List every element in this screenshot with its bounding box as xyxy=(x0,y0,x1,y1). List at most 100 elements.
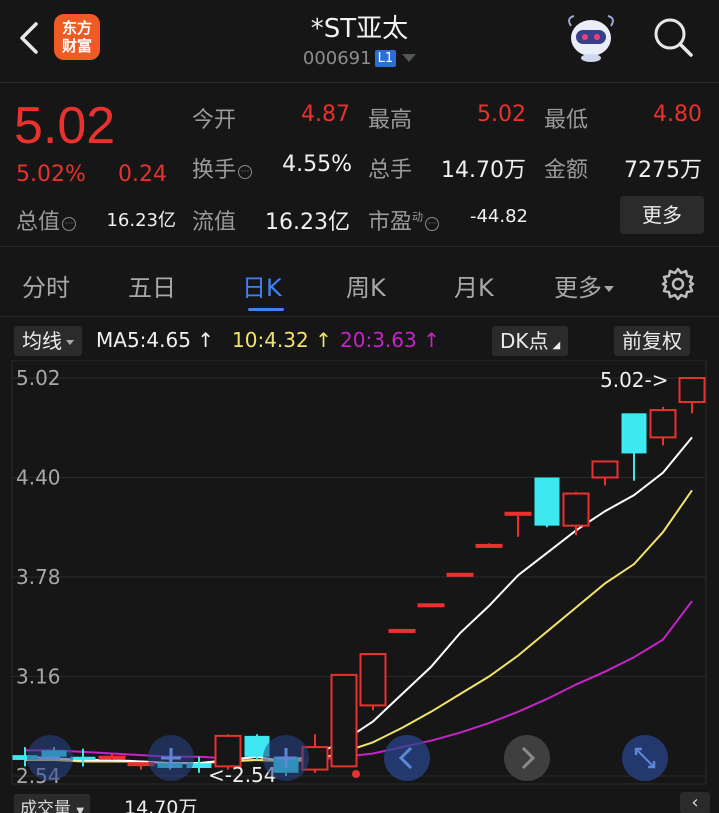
scroll-right-button xyxy=(504,735,550,781)
kline-chart[interactable]: 5.024.403.783.162.54 5.02-><-2.54 xyxy=(0,360,719,790)
open-label: 今开 xyxy=(192,108,237,133)
candle-body xyxy=(534,477,560,526)
ma5-line xyxy=(24,436,693,765)
tab-monthly-k[interactable]: 月K xyxy=(454,268,494,303)
candle-body xyxy=(359,653,387,707)
float-cap-label: 流值 xyxy=(192,210,237,235)
volume-bar: 成交量 ▼ 14.70万 ‹ xyxy=(0,790,719,813)
candle-body xyxy=(98,755,126,760)
tab-intraday[interactable]: 分时 xyxy=(22,268,70,303)
volume-label: 总手 xyxy=(368,158,413,183)
ma-selector[interactable]: 均线 xyxy=(14,326,82,356)
header: 东方 财富 *ST亚太 000691 L1 xyxy=(0,0,719,82)
candle-body xyxy=(70,756,96,760)
candle xyxy=(678,377,706,414)
dropdown-triangle-icon xyxy=(66,340,74,345)
y-tick-label: 4.40 xyxy=(16,466,61,490)
indicator-bar: 均线 MA5:4.65 ↑ 10:4.32 ↑ 20:3.63 ↑ DK点 ◢ 前… xyxy=(0,322,719,358)
candle xyxy=(621,413,647,481)
dropdown-triangle-icon xyxy=(402,54,417,62)
volume-total: 14.70万 xyxy=(124,797,198,813)
chart-frame xyxy=(11,360,707,785)
market-cap-label[interactable]: 总值 ··· xyxy=(16,204,77,236)
dk-button[interactable]: DK点 ◢ xyxy=(492,326,569,356)
candle xyxy=(534,477,560,528)
dk-point-marker xyxy=(352,770,360,778)
candle xyxy=(504,511,532,537)
candle-body xyxy=(214,734,242,768)
candle-body xyxy=(504,511,532,516)
low-label: 最低 xyxy=(544,108,589,133)
market-cap-value: 16.23亿 xyxy=(106,210,176,231)
period-tabs: 分时 五日 日K 周K 月K 更多 xyxy=(0,256,719,314)
tab-daily-k[interactable]: 日K xyxy=(242,268,282,303)
tab-more[interactable]: 更多 xyxy=(554,268,614,303)
divider xyxy=(0,316,719,317)
change-amount: 0.24 xyxy=(118,162,167,187)
float-cap-value: 16.23亿 xyxy=(265,210,350,235)
volume-value: 14.70万 xyxy=(441,158,526,183)
adjust-button[interactable]: 前复权 xyxy=(614,326,690,356)
candle-body xyxy=(621,413,647,454)
candle-body xyxy=(330,673,358,768)
volume-selector[interactable]: 成交量 ▼ xyxy=(14,794,91,813)
candle-body xyxy=(562,492,590,527)
turnover-value: 4.55% xyxy=(282,152,352,177)
divider xyxy=(0,82,719,83)
ma20-line xyxy=(25,600,693,761)
pe-value: -44.82 xyxy=(469,206,528,227)
candle-body xyxy=(678,377,706,404)
change-percent: 5.02% xyxy=(16,162,86,187)
max-price-label: 5.02-> xyxy=(600,368,669,392)
y-tick-label: 3.78 xyxy=(16,565,61,589)
candle-body xyxy=(446,572,474,577)
scroll-left-button xyxy=(384,735,430,781)
collapse-button[interactable]: ‹ xyxy=(680,792,710,813)
candle xyxy=(388,628,416,633)
quote-panel: 5.02 5.02% 0.24 今开 4.87 最高 5.02 最低 4.80 … xyxy=(0,84,719,244)
amount-value: 7275万 xyxy=(624,158,702,183)
current-price: 5.02 xyxy=(14,97,116,155)
candle-body xyxy=(388,628,416,633)
turnover-label[interactable]: 换手 ··· xyxy=(192,152,253,184)
candle xyxy=(649,406,677,446)
candle xyxy=(330,673,358,768)
y-tick-label: 5.02 xyxy=(16,366,61,390)
divider xyxy=(0,246,719,247)
ma10-line xyxy=(25,489,693,765)
candle-body xyxy=(591,460,619,479)
candle-body xyxy=(417,603,445,608)
tab-five-day[interactable]: 五日 xyxy=(128,268,176,303)
high-label: 最高 xyxy=(368,108,413,133)
info-icon: ··· xyxy=(425,217,440,231)
ma-lines xyxy=(24,436,693,765)
candle xyxy=(562,491,590,536)
chart-grid xyxy=(11,360,707,785)
kline-svg[interactable]: 5.024.403.783.162.54 5.02-><-2.54 xyxy=(0,360,719,790)
assistant-robot-icon[interactable] xyxy=(562,12,620,64)
info-icon: ··· xyxy=(62,217,77,231)
gear-icon[interactable] xyxy=(660,266,696,302)
search-icon[interactable] xyxy=(650,14,696,60)
pe-label[interactable]: 市盈动··· xyxy=(368,204,440,236)
stock-code: 000691 xyxy=(302,48,372,69)
more-button[interactable]: 更多 xyxy=(620,196,704,234)
candle-body xyxy=(475,543,503,548)
candle-body xyxy=(649,409,677,439)
candle xyxy=(359,653,387,711)
y-tick-label: 3.16 xyxy=(16,665,61,689)
ma5-value: MA5:4.65 ↑ xyxy=(96,328,215,352)
low-value: 4.80 xyxy=(653,102,702,127)
candle xyxy=(475,543,503,548)
tab-weekly-k[interactable]: 周K xyxy=(346,268,386,303)
y-axis-ticks: 5.024.403.783.162.54 xyxy=(16,366,61,788)
ma20-value: 20:3.63 ↑ xyxy=(340,328,440,352)
amount-label: 金额 xyxy=(544,158,589,183)
candle xyxy=(417,603,445,608)
active-tab-indicator xyxy=(248,308,284,311)
ma10-value: 10:4.32 ↑ xyxy=(232,328,332,352)
open-value: 4.87 xyxy=(301,102,350,127)
high-value: 5.02 xyxy=(477,102,526,127)
info-icon: ··· xyxy=(238,165,253,179)
candle xyxy=(591,460,619,486)
